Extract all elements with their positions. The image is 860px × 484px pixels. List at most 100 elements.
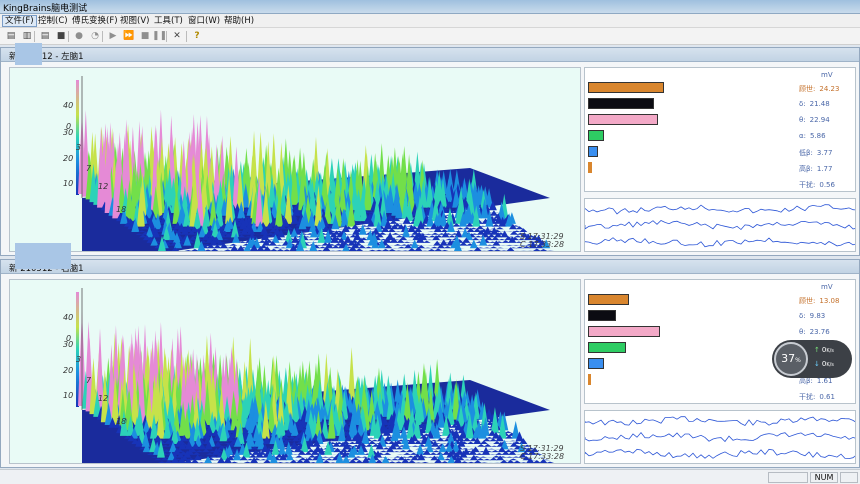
spectrum-peak: [391, 232, 400, 235]
spectrum-peak: [430, 455, 439, 461]
band-name: 干扰:: [799, 393, 816, 401]
play-icon[interactable]: ▶: [106, 30, 120, 43]
band-bar: [588, 358, 604, 369]
spectrum-peak: [421, 461, 430, 463]
spectrum-peak: [483, 247, 492, 249]
spectrum-peak: [489, 210, 498, 216]
spectrum-peak: [407, 460, 416, 463]
eeg-trace-panel: [584, 198, 856, 252]
spectrum-3d-view[interactable]: 40 30 20 10 0 3 7 12 18 S 17:31:29 C 17:33:28: [9, 67, 581, 252]
save-disabled-icon[interactable]: ▥: [20, 30, 34, 43]
spectrum-peak: [424, 233, 433, 235]
status-cell-blank: [768, 472, 808, 483]
spectrum-peak: [480, 462, 489, 463]
band-bar: [588, 114, 658, 125]
spectrum-peak: [355, 248, 364, 251]
spectrum-peak: [495, 227, 504, 230]
spectrum-peak: [476, 457, 485, 461]
spectrum-peak: [456, 227, 465, 230]
spectrum-peak: [210, 248, 219, 251]
menu-item-5[interactable]: 窗口(W): [186, 15, 222, 27]
spectrum-peak: [427, 249, 436, 251]
save-icon[interactable]: ■: [54, 30, 68, 43]
close-icon[interactable]: ✕: [170, 30, 184, 43]
fast-forward-icon[interactable]: ⏩: [122, 30, 136, 43]
spectrum-peak: [505, 244, 514, 246]
spectrum-peak: [184, 250, 193, 251]
spectrum-3d-view[interactable]: 40 30 20 10 0 3 7 12 18 S 17:31:29 C 17:33:28: [9, 279, 581, 464]
menu-item-4[interactable]: 工具(T): [152, 15, 185, 27]
spectrum-peak: [487, 448, 496, 450]
color-scale-bar: [76, 80, 79, 195]
panel-left-brain[interactable]: 新 210512 - 左脑1 40 30 20 10 0 3 7 12 18 S 17:31:29…: [0, 43, 860, 256]
menu-bar: 文件(F) 控制(C) 傅氏变换(F) 视图(V) 工具(T) 窗口(W) 帮助(H): [0, 14, 860, 28]
status-bar: NUM: [0, 469, 860, 484]
upload-arrow-icon: ↑: [814, 346, 820, 354]
band-value: 9.83: [809, 312, 826, 320]
open-folder-icon[interactable]: ▤: [4, 30, 18, 43]
band-bar: [588, 310, 616, 321]
current-time: C 17:33:28: [520, 240, 564, 249]
menu-item-2[interactable]: 傅氏变换(F): [70, 15, 120, 27]
spectrum-peak: [422, 240, 431, 243]
band-label: δ: 9.83: [799, 312, 825, 320]
spectrum-peak: [431, 232, 440, 235]
panel-title-bar[interactable]: 新 210512 - 左脑1: [1, 48, 859, 62]
depth-tick-label: 12: [98, 182, 108, 191]
upload-rate: ↑ 0K/s: [814, 346, 850, 358]
open-file-icon[interactable]: ▤: [38, 30, 52, 43]
timer-icon[interactable]: ◔: [88, 30, 102, 43]
network-monitor-widget[interactable]: 37% ↑ 0K/s ↓ 0K/s: [772, 340, 852, 378]
usage-percent: 37: [781, 352, 796, 365]
help-icon[interactable]: ?: [190, 30, 204, 43]
band-bar: [588, 98, 654, 109]
panel-title-bar[interactable]: 新 210512 - 右脑1: [1, 260, 859, 274]
depth-tick-label: 18: [116, 205, 126, 214]
spectrum-peak: [383, 452, 392, 455]
spectrum-peak: [322, 460, 331, 463]
spectrum-peak: [499, 459, 508, 463]
toolbar-separator: [166, 31, 167, 42]
spectrum-peak: [411, 445, 420, 447]
band-value: 1.61: [816, 377, 833, 385]
title-overlay-block: [15, 243, 71, 269]
band-label: θ: 23.76: [799, 328, 830, 336]
menu-item-6[interactable]: 帮助(H): [222, 15, 256, 27]
spectrum-peak: [307, 239, 316, 241]
upload-unit: K/s: [826, 348, 834, 354]
band-label: 高β: 1.77: [799, 164, 832, 174]
pause-icon[interactable]: ❚❚: [152, 30, 167, 43]
panel-right-brain[interactable]: 新 210512 - 右脑1 40 30 20 10 0 3 7 12 18 S 17:31:29…: [0, 243, 860, 468]
spectrum-peak: [473, 460, 482, 463]
spectrum-peak: [295, 455, 304, 458]
menu-item-3[interactable]: 视图(V): [118, 15, 151, 27]
spectrum-peak: [392, 451, 401, 453]
y-tick-label: 10: [63, 391, 73, 400]
menu-item-0[interactable]: 文件(F): [2, 15, 37, 27]
band-name: 顾世:: [799, 297, 816, 305]
band-name: 顾世:: [799, 85, 816, 93]
status-cell-blank-2: [840, 472, 858, 483]
spectrum-peak: [546, 461, 554, 463]
band-value: 13.08: [819, 297, 840, 305]
menu-item-1[interactable]: 控制(C): [36, 15, 70, 27]
unit-label: mV: [821, 71, 833, 79]
spectrum-peak: [461, 448, 470, 450]
spectrum-peak: [445, 238, 454, 241]
spectrum-peak: [492, 240, 501, 246]
band-name: θ:: [799, 116, 806, 124]
band-name: 干扰:: [799, 181, 816, 189]
band-label: 干扰: 0.61: [799, 392, 835, 402]
band-name: 高β:: [799, 377, 813, 385]
spectrum-peak: [430, 246, 439, 249]
spectrum-peak: [375, 249, 384, 251]
spectrum-peak: [515, 226, 524, 230]
stop-icon[interactable]: ■: [138, 30, 152, 43]
spectrum-peak: [460, 461, 469, 463]
spectrum-peak: [505, 456, 514, 458]
spectrum-peak: [501, 240, 510, 243]
record-icon[interactable]: ●: [72, 30, 86, 43]
usage-gauge: 37%: [774, 342, 808, 376]
band-bar: [588, 146, 598, 157]
band-bar: [588, 82, 664, 93]
